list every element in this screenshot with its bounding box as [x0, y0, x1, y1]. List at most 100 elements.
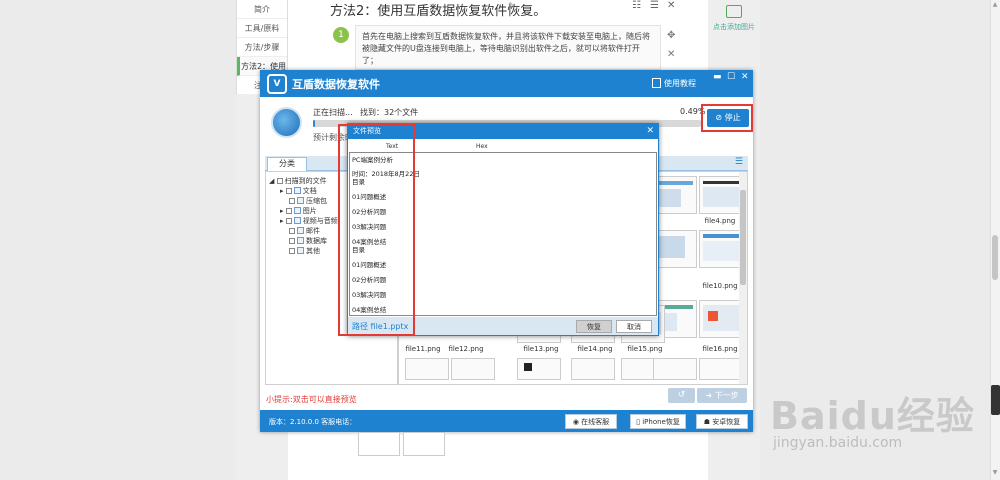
file-thumbnail[interactable] [451, 358, 495, 380]
next-label: 下一步 [714, 391, 739, 400]
app-titlebar: V 互盾数据恢复软件 使用教程 ▬ ☐ ✕ [260, 70, 753, 97]
file-thumbnail[interactable] [699, 230, 743, 268]
tree-item-label: 其他 [306, 247, 320, 255]
feedback-side-tab[interactable] [991, 385, 1000, 415]
view-menu-icon[interactable]: ☰ [735, 157, 743, 167]
move-icon[interactable]: ✥ [667, 30, 675, 41]
checkbox[interactable] [289, 238, 295, 244]
undo-icon: ↺ [677, 390, 686, 400]
grid-scrollbar[interactable] [739, 172, 747, 384]
close-icon[interactable]: ✕ [646, 124, 654, 139]
tutorial-label: 使用教程 [664, 79, 696, 88]
page-scrollbar-thumb[interactable] [992, 235, 998, 280]
checkbox[interactable] [285, 218, 292, 224]
file-name: file10.png [702, 282, 738, 290]
checkbox[interactable] [276, 178, 283, 184]
step-image-thumbnail[interactable] [358, 432, 400, 456]
tree-item-media[interactable]: ▸ 视频与音频 [280, 216, 338, 226]
version-text: 版本：2.10.0.0 客服电话： [269, 418, 357, 426]
tree-item-label: 图片 [302, 207, 317, 215]
next-button[interactable]: ➜ 下一步 [697, 388, 747, 403]
list-ordered-icon[interactable]: ☷ [632, 0, 641, 11]
checkbox[interactable] [289, 248, 295, 254]
cancel-button[interactable]: 取消 [616, 320, 652, 333]
step-number: 1 [333, 27, 349, 43]
file-thumbnail[interactable] [699, 300, 743, 338]
app-title: 互盾数据恢复软件 [292, 78, 380, 91]
step-image-thumbnail[interactable] [403, 432, 445, 456]
tree-item-docs[interactable]: ▸ 文档 [280, 186, 317, 196]
tree-item-mail[interactable]: 邮件 [289, 226, 320, 236]
file-name: file16.png [702, 345, 738, 353]
qq-icon: ◉ [572, 418, 579, 426]
tree-item-other[interactable]: 其他 [289, 246, 320, 256]
hex-column-header[interactable]: Hex [476, 143, 488, 150]
file-thumbnail[interactable] [699, 176, 743, 214]
file-name: file12.png [448, 345, 484, 353]
tutorial-link[interactable]: 使用教程 [652, 78, 696, 89]
archive-icon [297, 197, 304, 204]
checkbox[interactable] [285, 188, 292, 194]
file-thumbnail[interactable] [699, 358, 743, 380]
file-thumbnail[interactable] [517, 358, 561, 380]
edit-icon[interactable]: ✎ [508, 2, 516, 12]
document-icon [293, 187, 301, 194]
back-button[interactable]: ↺ [668, 388, 695, 403]
checkbox[interactable] [289, 228, 295, 234]
hint-text: 小提示:双击可以直接预览 [266, 395, 357, 404]
list-bullet-icon[interactable]: ☰ [650, 0, 659, 11]
delete-step-icon[interactable]: ✕ [667, 49, 675, 60]
checkbox[interactable] [285, 208, 292, 214]
checkbox[interactable] [289, 198, 295, 204]
progress-fill [313, 120, 316, 127]
highlight-box-stop [701, 104, 753, 132]
image-icon [726, 5, 742, 18]
tree-item-label: 视频与音频 [302, 217, 338, 225]
tree-item-archive[interactable]: 压缩包 [289, 196, 327, 206]
file-thumbnail[interactable] [571, 358, 615, 380]
scroll-up-icon[interactable]: ▲ [991, 1, 999, 11]
nav-item-tools[interactable]: 工具/原料 [237, 19, 287, 38]
scanning-globe-icon [271, 107, 302, 138]
tree-item-images[interactable]: ▸ 图片 [280, 206, 317, 216]
scroll-down-icon[interactable]: ▼ [991, 469, 999, 479]
iphone-recovery-button[interactable]: ▯ iPhone恢复 [630, 414, 686, 429]
add-image-label: 点击添加图片 [713, 23, 755, 31]
tree-item-db[interactable]: 数据库 [289, 236, 327, 246]
file-thumbnail[interactable] [653, 230, 697, 268]
minimize-icon[interactable]: ▬ [713, 72, 722, 82]
database-icon [297, 237, 304, 244]
file-thumbnail[interactable] [653, 176, 697, 214]
collapse-icon: ◢ [269, 177, 275, 185]
tab-category[interactable]: 分类 [267, 157, 307, 171]
android-icon: ☗ [703, 418, 711, 426]
online-service-button[interactable]: ◉ 在线客服 [565, 414, 617, 429]
footer-button-label: iPhone恢复 [642, 418, 680, 426]
scan-status: 正在扫描... [313, 108, 353, 117]
close-icon[interactable]: ✕ [741, 72, 749, 82]
android-recovery-button[interactable]: ☗ 安卓恢复 [696, 414, 748, 429]
tree-item-label: 邮件 [306, 227, 320, 235]
found-count: 找到：32个文件 [360, 108, 419, 117]
file-thumbnail[interactable] [405, 358, 449, 380]
nav-item-steps[interactable]: 方法/步骤 [237, 38, 287, 57]
tree-root[interactable]: ◢ 扫描到的文件 [269, 176, 327, 186]
recover-button[interactable]: 恢复 [576, 320, 612, 333]
other-icon [297, 247, 304, 254]
book-icon [652, 78, 661, 88]
maximize-icon[interactable]: ☐ [727, 72, 735, 82]
file-thumbnail[interactable] [653, 358, 697, 380]
image-icon [293, 207, 301, 214]
add-image-button[interactable]: 点击添加图片 [710, 3, 758, 41]
tree-item-label: 压缩包 [306, 197, 327, 205]
close-section-icon[interactable]: ✕ [667, 0, 675, 11]
app-logo-icon: V [267, 74, 287, 94]
file-name: file15.png [627, 345, 663, 353]
tree-item-label: 数据库 [306, 237, 327, 245]
grid-scrollbar-thumb[interactable] [740, 190, 746, 285]
phone-icon: ▯ [636, 418, 640, 426]
step-text[interactable]: 首先在电脑上搜索到互盾数据恢复软件，并且将该软件下载安装至电脑上，随后将被隐藏文… [355, 25, 661, 70]
arrow-icon: ➜ [705, 391, 713, 400]
file-name: file13.png [523, 345, 559, 353]
nav-item-intro[interactable]: 简介 [237, 0, 287, 19]
